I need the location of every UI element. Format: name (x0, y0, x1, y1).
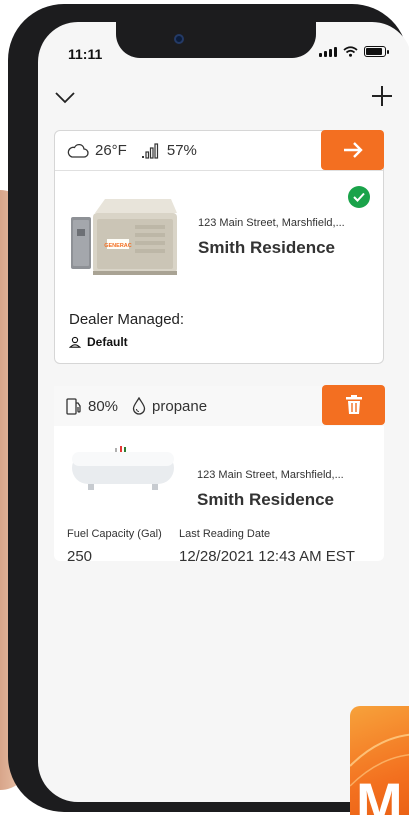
fuel-level-value: 80% (88, 397, 119, 415)
battery-icon (364, 46, 389, 57)
status-time: 11:11 (68, 46, 103, 62)
fuel-pump-icon (66, 398, 81, 415)
check-circle-icon (348, 186, 370, 208)
last-reading-label: Last Reading Date (179, 528, 271, 540)
propane-tank-image (72, 446, 174, 490)
brand-letter: M (356, 771, 403, 815)
top-nav (38, 76, 409, 118)
dealer-default-value: Default (87, 335, 128, 349)
brand-logo-tile: M (350, 706, 409, 815)
drop-icon (132, 397, 146, 415)
chevron-down-icon[interactable] (54, 86, 76, 108)
camera-icon (174, 34, 184, 44)
generator-card[interactable]: 26°F 57% GENERAC 123 Main Street, Marshf… (54, 130, 384, 364)
generator-card-header: 26°F 57% (55, 130, 384, 171)
fuel-residence-name: Smith Residence (197, 490, 334, 509)
temperature-item: 26°F (67, 142, 127, 159)
signal-value: 57% (166, 142, 197, 159)
fuel-type-item: propane (132, 397, 207, 415)
wifi-icon (343, 46, 358, 57)
dealer-managed-label: Dealer Managed: (69, 311, 185, 328)
delete-tank-button[interactable] (322, 385, 385, 425)
trash-icon (345, 395, 362, 414)
fuel-card-header: 80% propane (54, 385, 385, 426)
fuel-type-value: propane (152, 397, 208, 415)
brand-label: GENERAC (104, 243, 132, 249)
plus-icon[interactable] (368, 82, 396, 110)
generator-residence-name: Smith Residence (198, 238, 335, 257)
arrow-right-icon (343, 142, 363, 158)
generator-address: 123 Main Street, Marshfield,... (198, 217, 345, 229)
open-device-button[interactable] (321, 130, 384, 170)
dealer-default-row: Default (69, 335, 128, 349)
status-icons (319, 46, 389, 57)
phone-notch (116, 22, 316, 58)
fuel-tank-card[interactable]: 80% propane 123 Main Street, Marshfield,… (54, 385, 385, 565)
phone-screen: 11:11 26°F 57% GENERAC 123 Main Street, … (38, 22, 409, 802)
fuel-level-item: 80% (66, 397, 118, 415)
cellular-signal-icon (319, 46, 337, 57)
temperature-value: 26°F (95, 142, 127, 159)
fuel-address: 123 Main Street, Marshfield,... (197, 469, 344, 481)
cloud-icon (67, 143, 89, 158)
fuel-capacity-label: Fuel Capacity (Gal) (67, 528, 162, 540)
signal-item: 57% (141, 142, 197, 159)
phone-frame: 11:11 26°F 57% GENERAC 123 Main Street, … (8, 4, 409, 812)
user-icon (69, 336, 81, 348)
last-reading-value: 12/28/2021 12:43 AM EST (179, 548, 355, 565)
fuel-capacity-value: 250 (67, 548, 93, 565)
generator-image: GENERAC (71, 199, 177, 275)
signal-bars-icon (141, 142, 158, 159)
